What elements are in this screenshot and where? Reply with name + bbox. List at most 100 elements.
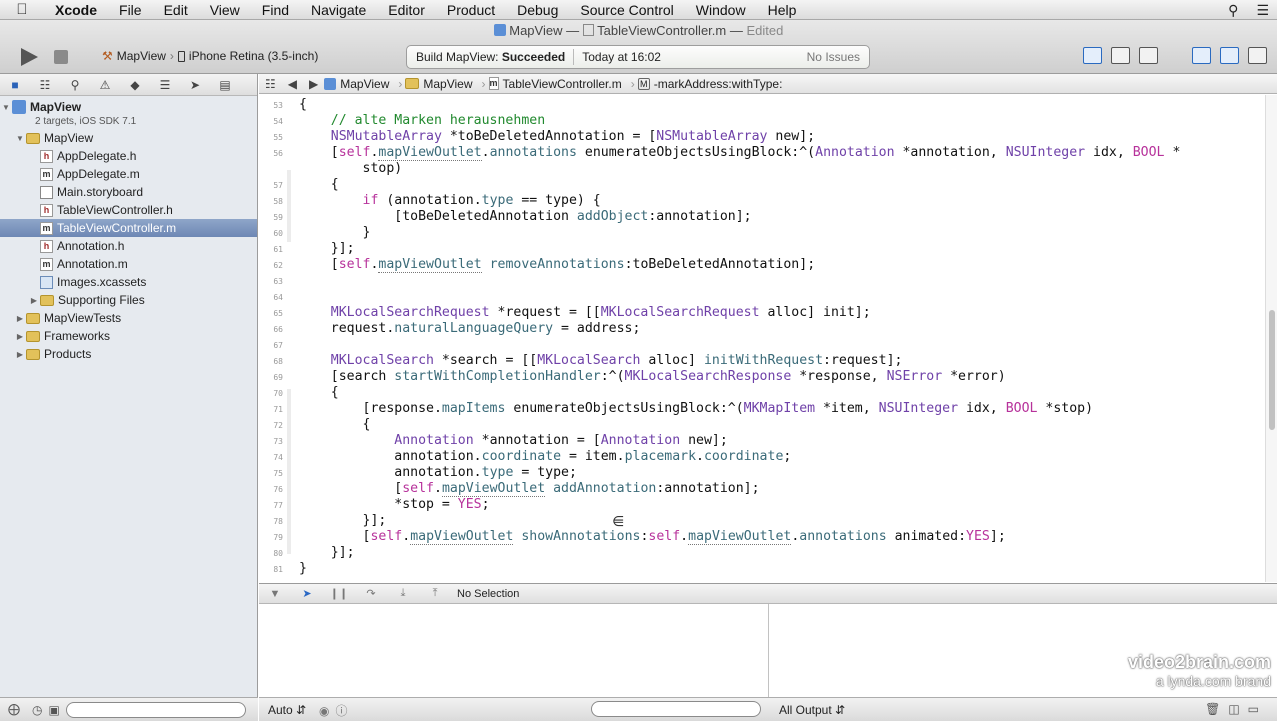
step-into-icon[interactable]: ⤓ — [387, 587, 419, 600]
menu-item-xcode[interactable]: Xcode — [44, 2, 108, 18]
disclosure-closed-icon[interactable]: ▶ — [14, 332, 26, 341]
console-controls: 🗑◫▭ — [1205, 702, 1267, 716]
menu-item-debug[interactable]: Debug — [506, 2, 569, 18]
navigator-item[interactable]: ▶ Products — [0, 345, 257, 363]
breadcrumb-file[interactable]: m TableViewController.m — [488, 77, 628, 91]
line-number: 77 — [273, 501, 283, 510]
related-items-icon[interactable]: ☷ — [259, 77, 282, 91]
project-crumb-icon — [324, 77, 337, 90]
standard-editor-icon[interactable] — [1083, 47, 1102, 64]
navigator-item[interactable]: Main.storyboard — [0, 183, 257, 201]
pause-icon[interactable]: ❙❙ — [323, 587, 355, 600]
line-number: 75 — [273, 469, 283, 478]
editor-scroll-thumb[interactable] — [1269, 310, 1275, 430]
issue-navigator-icon[interactable]: ⚠ — [90, 78, 120, 92]
forward-arrow-icon[interactable]: ▶ — [303, 77, 324, 91]
navigator-item[interactable]: m TableViewController.m — [0, 219, 257, 237]
menu-item-window[interactable]: Window — [685, 2, 757, 18]
window-toolbar: MapView — TableViewController.m — Edited… — [0, 20, 1277, 74]
breadcrumb-project[interactable]: MapView — [324, 77, 395, 91]
menu-item-help[interactable]: Help — [757, 2, 808, 18]
variables-view[interactable] — [259, 604, 769, 697]
build-status-result: Succeeded — [501, 50, 566, 64]
utilities-toggle-icon[interactable] — [1248, 47, 1267, 64]
quick-look-eye-icon[interactable]: ◉ — [319, 704, 335, 718]
navigator-item[interactable]: m Annotation.m — [0, 255, 257, 273]
code-line: *stop = YES; — [299, 497, 490, 512]
add-file-icon[interactable]: ⨁ — [8, 702, 20, 716]
navigator-toggle-icon[interactable] — [1192, 47, 1211, 64]
menu-item-view[interactable]: View — [199, 2, 251, 18]
info-icon[interactable]: ⓘ — [335, 704, 353, 718]
stop-button[interactable] — [54, 50, 68, 64]
navigator-item[interactable]: ▶ MapViewTests — [0, 309, 257, 327]
menu-item-edit[interactable]: Edit — [153, 2, 199, 18]
version-editor-icon[interactable] — [1139, 47, 1158, 64]
disclosure-open-icon[interactable]: ▼ — [0, 103, 12, 112]
trash-icon[interactable]: 🗑 — [1205, 702, 1228, 716]
breakpoint-navigator-icon[interactable]: ➤ — [180, 78, 210, 92]
navigator-item[interactable]: h Annotation.h — [0, 237, 257, 255]
navigator-item[interactable]: Images.xcassets — [0, 273, 257, 291]
navigator-item[interactable]: ▶ Supporting Files — [0, 291, 257, 309]
source-editor[interactable]: 53 54 55 56 57 58 59 60 61 62 63 64 65 66 67 68 69 70 71 72… — [259, 95, 1265, 582]
menu-item-find[interactable]: Find — [251, 2, 300, 18]
console-filter-field[interactable] — [591, 701, 761, 717]
navigator-filter-field[interactable] — [65, 701, 246, 718]
step-over-icon[interactable]: ↷ — [355, 587, 387, 600]
run-button[interactable] — [18, 46, 40, 68]
navigator-item[interactable]: ▶ Frameworks — [0, 327, 257, 345]
output-scope-popup[interactable]: All Output ⇵ — [779, 703, 845, 717]
test-navigator-icon[interactable]: ◆ — [120, 78, 150, 92]
navigator-item[interactable]: m AppDelegate.m — [0, 165, 257, 183]
hide-debug-area-icon[interactable]: ▼ — [259, 588, 291, 600]
menu-item-source-control[interactable]: Source Control — [569, 2, 684, 18]
code-folding-ribbon[interactable] — [287, 170, 291, 242]
spotlight-search-icon[interactable]: ⚲ — [1228, 2, 1238, 19]
project-navigator-icon[interactable]: ■ — [0, 78, 30, 92]
recent-files-icon[interactable]: ◷ — [32, 703, 42, 717]
navigator-item[interactable]: h TableViewController.h — [0, 201, 257, 219]
find-navigator-icon[interactable]: ⚲ — [60, 78, 90, 92]
disclosure-closed-icon[interactable]: ▶ — [14, 314, 26, 323]
navigator-item[interactable]: ▼ MapView — [0, 129, 257, 147]
disclosure-open-icon[interactable]: ▼ — [14, 134, 26, 143]
breadcrumb-separator-icon: › — [630, 76, 635, 91]
line-number: 59 — [273, 213, 283, 222]
back-arrow-icon[interactable]: ◀ — [282, 77, 303, 91]
breadcrumb-group[interactable]: MapView — [405, 77, 478, 91]
console-only-icon[interactable]: ▭ — [1248, 702, 1267, 716]
navigator-item[interactable]: h AppDelegate.h — [0, 147, 257, 165]
menu-item-navigate[interactable]: Navigate — [300, 2, 377, 18]
breakpoints-toggle-icon[interactable]: ➤ — [291, 587, 323, 600]
menu-item-product[interactable]: Product — [436, 2, 506, 18]
unsaved-files-icon[interactable]: ▣ — [48, 703, 59, 717]
step-out-icon[interactable]: ⤒ — [419, 587, 451, 600]
menu-item-file[interactable]: File — [108, 2, 153, 18]
variables-scope-popup[interactable]: Auto ⇵ — [268, 703, 306, 717]
menu-item-editor[interactable]: Editor — [377, 2, 436, 18]
destination-name[interactable]: iPhone Retina (3.5-inch) — [189, 49, 318, 63]
symbol-navigator-icon[interactable]: ☷ — [30, 78, 60, 92]
apple-menu-icon[interactable]:  — [0, 1, 44, 18]
editor-vertical-scrollbar[interactable] — [1265, 95, 1277, 582]
debug-area-toggle-icon[interactable] — [1220, 47, 1239, 64]
line-number: 60 — [273, 229, 283, 238]
storyboard-icon — [40, 185, 53, 199]
breadcrumb-method[interactable]: M -markAddress:withType: — [637, 77, 789, 91]
code-folding-ribbon-2[interactable] — [287, 389, 291, 554]
assistant-editor-icon[interactable] — [1111, 47, 1130, 64]
log-navigator-icon[interactable]: ▤ — [210, 78, 240, 92]
disclosure-closed-icon[interactable]: ▶ — [14, 350, 26, 359]
scheme-selector[interactable]: ⚒ MapView › iPhone Retina (3.5-inch) — [102, 49, 318, 63]
disclosure-closed-icon[interactable]: ▶ — [28, 296, 40, 305]
line-number: 63 — [273, 277, 283, 286]
m-file-icon — [582, 24, 594, 36]
notification-center-icon[interactable]: ☰ — [1256, 2, 1269, 19]
line-number: 78 — [273, 517, 283, 526]
split-view-icon[interactable]: ◫ — [1228, 702, 1247, 716]
issues-count[interactable]: No Issues — [807, 50, 860, 64]
code-line: } — [299, 561, 307, 576]
debug-navigator-icon[interactable]: ☰ — [150, 78, 180, 92]
project-root[interactable]: ▼ MapView — [0, 98, 257, 116]
